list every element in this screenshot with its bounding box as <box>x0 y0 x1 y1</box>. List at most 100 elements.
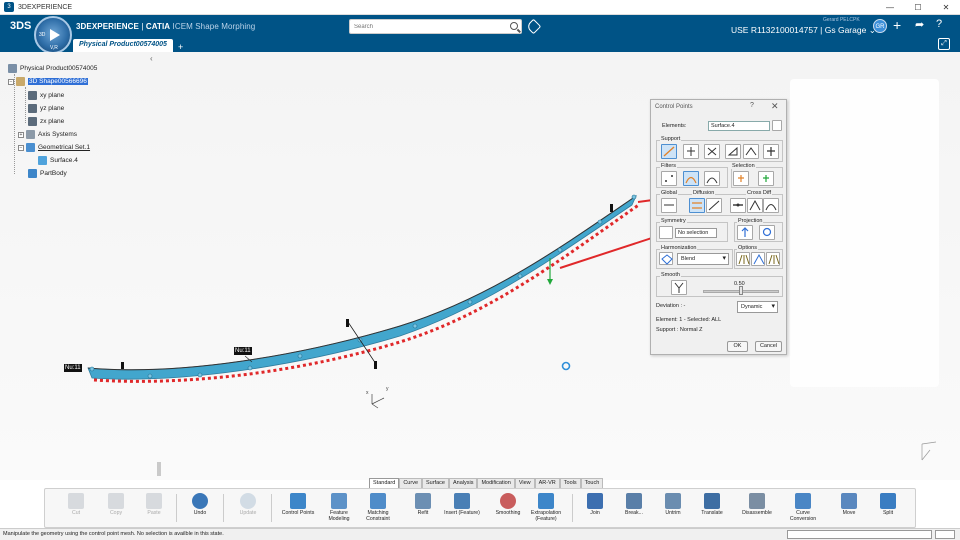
harmonization-button[interactable] <box>659 252 673 265</box>
option-plane-button[interactable] <box>766 252 780 266</box>
tree-item-label[interactable]: Axis Systems <box>38 131 77 138</box>
filter-points-button[interactable] <box>661 171 677 186</box>
projection-compass-button[interactable] <box>759 225 775 240</box>
compass-play-icon[interactable] <box>50 29 60 41</box>
join-button[interactable]: Join <box>575 491 615 527</box>
control-point[interactable] <box>247 365 253 371</box>
expand-toggle[interactable]: + <box>18 131 24 138</box>
control-point[interactable] <box>557 247 563 253</box>
tree-item-surface-4[interactable]: Surface.4 <box>38 156 78 165</box>
add-icon[interactable]: + <box>893 17 901 33</box>
filter-both-button[interactable] <box>704 171 720 186</box>
diffusion-constant-button[interactable] <box>689 198 705 213</box>
tree-item-zx-plane[interactable]: zx plane <box>28 117 64 126</box>
compass-icon[interactable]: 3D V,R <box>34 16 72 54</box>
harmonization-select[interactable]: Blend <box>677 253 729 265</box>
select-all-button[interactable] <box>733 171 749 186</box>
tab-view[interactable]: View <box>514 478 535 488</box>
break-button[interactable]: Break... <box>614 491 654 527</box>
insert-feature-button[interactable]: Insert (Feature) <box>442 491 482 527</box>
smooth-button[interactable] <box>671 280 687 295</box>
collapse-toggle[interactable]: − <box>8 78 14 85</box>
maximize-button[interactable]: ☐ <box>904 0 932 15</box>
tree-collapse-icon[interactable]: ‹ <box>150 54 153 63</box>
3ds-logo-icon[interactable]: 3DS <box>10 20 31 32</box>
compass-vr-label[interactable]: V,R <box>50 45 58 51</box>
split-button[interactable]: Split <box>868 491 908 527</box>
curve-conversion-button[interactable]: Curve Conversion <box>783 491 823 527</box>
command-input[interactable] <box>787 530 932 539</box>
smooth-slider-thumb[interactable] <box>739 286 743 295</box>
tree-item-geometrical-set[interactable]: − Geometrical Set.1 <box>18 143 90 152</box>
search-icon[interactable] <box>510 22 518 30</box>
add-tab-button[interactable]: + <box>178 42 183 52</box>
tab-analysis[interactable]: Analysis <box>448 478 478 488</box>
close-icon[interactable]: ✕ <box>771 101 779 112</box>
search-input[interactable] <box>350 20 500 33</box>
help-icon[interactable]: ? <box>750 102 754 109</box>
control-point[interactable] <box>297 353 303 359</box>
elements-field[interactable]: Surface.4 <box>708 121 770 131</box>
tab-surface[interactable]: Surface <box>422 478 449 488</box>
cross-diff-constant-button[interactable] <box>730 198 746 213</box>
control-point[interactable] <box>412 323 418 329</box>
tree-item-label[interactable]: Physical Product00574005 <box>20 65 97 72</box>
manipulator-arrow[interactable] <box>547 279 553 285</box>
elements-list-button[interactable] <box>772 120 782 131</box>
tree-item-root[interactable]: Physical Product00574005 <box>8 64 97 73</box>
avatar[interactable]: GR <box>873 19 887 33</box>
projection-normal-button[interactable] <box>737 225 753 240</box>
feature-modeling-button[interactable]: Feature Modeling <box>319 491 359 527</box>
deviation-mode-select[interactable]: Dynamic <box>737 301 778 313</box>
tag-icon[interactable] <box>525 18 542 35</box>
copy-button[interactable]: Copy <box>96 491 136 527</box>
tree-item-label[interactable]: xy plane <box>40 92 64 99</box>
tab-tools[interactable]: Tools <box>559 478 581 488</box>
control-point-markers[interactable] <box>89 194 637 379</box>
undo-button[interactable]: Undo <box>180 491 220 527</box>
refit-button[interactable]: Refit <box>403 491 443 527</box>
diffusion-linear-button[interactable] <box>706 198 722 213</box>
filter-mesh-button[interactable] <box>683 171 699 186</box>
collaborative-space-selector[interactable]: USE R1132100014757 | Gs Garage ⌄ <box>731 25 876 36</box>
smoothing-button[interactable]: Smoothing <box>488 491 528 527</box>
control-point[interactable] <box>467 299 473 305</box>
support-normal-button[interactable] <box>661 144 677 159</box>
share-icon[interactable]: ➦ <box>915 18 924 31</box>
tree-item-3d-shape[interactable]: − 3D Shape00566696 <box>8 77 88 86</box>
tab-touch[interactable]: Touch <box>580 478 604 488</box>
paste-button[interactable]: Paste <box>134 491 174 527</box>
cancel-button[interactable]: Cancel <box>755 341 782 352</box>
command-button[interactable] <box>935 530 955 539</box>
tree-item-label[interactable]: Geometrical Set.1 <box>38 144 90 151</box>
control-points-button[interactable]: Control Points <box>278 491 318 527</box>
control-point[interactable] <box>147 373 153 379</box>
disassemble-button[interactable]: Disassemble <box>737 491 777 527</box>
collapse-toggle[interactable]: − <box>18 144 24 151</box>
tab-physical-product[interactable]: Physical Product00574005 <box>73 39 173 52</box>
cross-diff-concave-button[interactable] <box>763 198 779 213</box>
control-point[interactable] <box>197 372 203 378</box>
extrapolation-feature-button[interactable]: Extrapolation (Feature) <box>526 491 566 527</box>
deselect-all-button[interactable] <box>758 171 774 186</box>
symmetry-button[interactable] <box>659 226 673 239</box>
tree-item-axis-systems[interactable]: + Axis Systems <box>18 130 77 139</box>
ok-button[interactable]: OK <box>727 341 748 352</box>
view-compass-icon[interactable] <box>921 441 937 461</box>
minimize-button[interactable]: — <box>876 0 904 15</box>
support-compass-button[interactable] <box>704 144 720 159</box>
cross-diff-linear-button[interactable] <box>747 198 763 213</box>
search-box[interactable] <box>349 19 522 34</box>
control-point[interactable] <box>89 366 95 372</box>
tree-item-label[interactable]: Surface.4 <box>50 157 78 164</box>
help-icon[interactable]: ? <box>936 18 942 30</box>
tree-item-label[interactable]: 3D Shape00566696 <box>28 78 88 85</box>
move-button[interactable]: Move <box>829 491 869 527</box>
symmetry-field[interactable]: No selection <box>675 228 717 238</box>
support-local-button[interactable] <box>725 144 741 159</box>
tab-ar-vr[interactable]: AR-VR <box>534 478 560 488</box>
untrim-button[interactable]: Untrim <box>653 491 693 527</box>
tree-item-label[interactable]: PartBody <box>40 170 67 177</box>
tree-item-yz-plane[interactable]: yz plane <box>28 104 64 113</box>
matching-constraint-button[interactable]: Matching Constraint <box>358 491 398 527</box>
